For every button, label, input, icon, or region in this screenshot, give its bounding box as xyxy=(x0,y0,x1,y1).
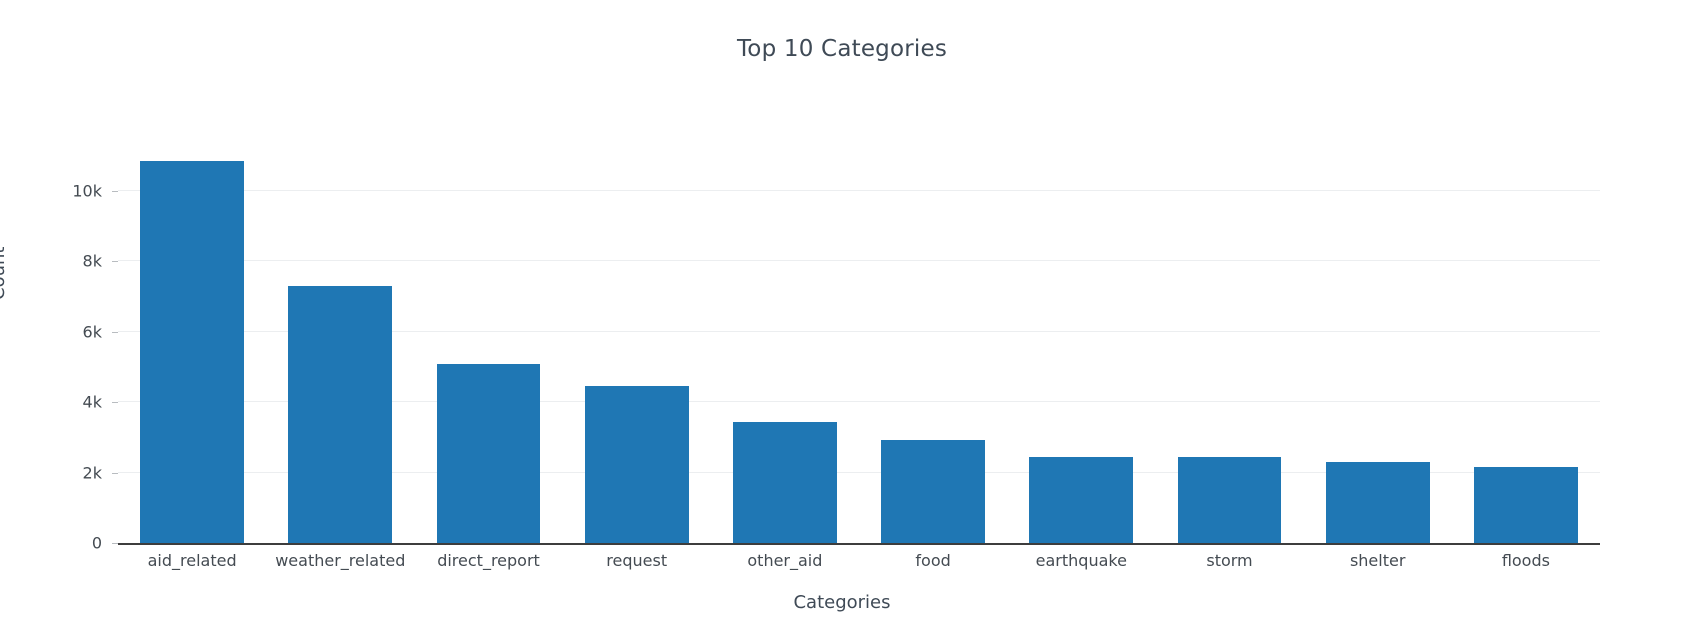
x-tick-label: other_aid xyxy=(747,551,823,570)
bar-series xyxy=(118,140,1600,543)
bar[interactable] xyxy=(1325,461,1430,543)
y-tick-mark xyxy=(112,402,118,404)
x-tick-label: shelter xyxy=(1349,551,1406,570)
bar[interactable] xyxy=(1029,456,1134,543)
y-tick-label: 0 xyxy=(91,533,102,553)
y-tick-mark xyxy=(112,472,118,474)
bar[interactable] xyxy=(881,440,985,543)
y-tick-label: 10k xyxy=(72,181,102,201)
y-axis-title: Count xyxy=(0,246,9,300)
y-tick-mark xyxy=(112,331,118,333)
x-tick-label: aid_related xyxy=(147,551,237,570)
plot-area xyxy=(118,140,1600,543)
x-tick-label: direct_report xyxy=(437,551,540,570)
x-tick-label: floods xyxy=(1501,551,1550,570)
x-tick-label: weather_related xyxy=(275,551,406,570)
y-tick-label: 6k xyxy=(82,322,102,342)
bar[interactable] xyxy=(584,385,689,543)
y-tick-label: 4k xyxy=(82,392,102,412)
x-axis-title: Categories xyxy=(793,592,891,613)
x-tick-label: earthquake xyxy=(1035,551,1127,570)
y-tick-label: 2k xyxy=(82,463,102,483)
x-tick-label: request xyxy=(606,551,668,570)
x-axis-line xyxy=(118,543,1600,545)
bar[interactable] xyxy=(140,161,244,543)
x-tick-label: storm xyxy=(1206,551,1253,570)
y-tick-mark xyxy=(112,191,118,193)
bar[interactable] xyxy=(436,364,541,543)
bar-chart: Top 10 Categories 0 2k 4k 6k 8k 10k aid_relat… xyxy=(0,0,1684,643)
chart-title: Top 10 Categories xyxy=(736,36,948,62)
x-tick-label: food xyxy=(915,551,951,570)
bar[interactable] xyxy=(1177,457,1282,543)
y-tick-label: 8k xyxy=(82,251,102,271)
bar[interactable] xyxy=(1474,466,1578,543)
bar[interactable] xyxy=(733,421,837,543)
y-tick-mark xyxy=(112,261,118,263)
bar[interactable] xyxy=(288,286,393,543)
